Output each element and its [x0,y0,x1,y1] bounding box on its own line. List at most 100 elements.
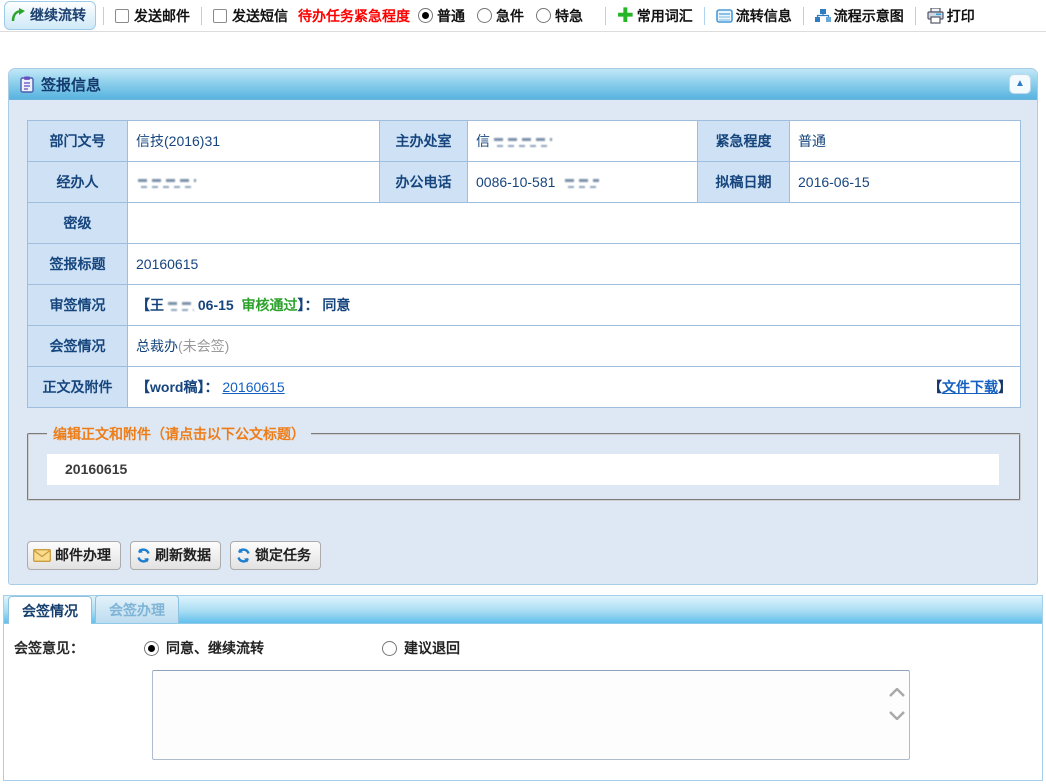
urgency-degree-value: 普通 [790,121,1021,162]
continue-flow-icon [11,8,26,23]
attachment-value: 【文件下载】 【word稿】： 20160615 [128,367,1021,408]
countersign-status-label: 会签情况 [28,326,128,367]
tab-countersign-status[interactable]: 会签情况 [8,596,92,624]
urgency-urgent-label: 急件 [496,6,524,26]
continue-flow-button[interactable]: 继续流转 [4,1,96,30]
secrecy-label: 密级 [28,203,128,244]
edit-attachment-fieldset: 编辑正文和附件（请点击以下公文标题） 20160615 [27,424,1021,501]
opinion-radio-agree[interactable]: 同意、继续流转 [144,638,264,658]
redacted-text [494,136,552,149]
file-download-wrap: 【文件下载】 [928,377,1012,397]
toolbar-separator [103,7,104,25]
urgency-radio-urgent[interactable]: 急件 [477,6,524,26]
draft-date-label: 拟稿日期 [698,162,790,203]
urgency-degree-label: 紧急程度 [698,121,790,162]
urgency-radio-extra-urgent[interactable]: 特急 [536,6,583,26]
flow-diagram-button[interactable]: 流程示意图 [815,6,904,26]
scroll-up-icon[interactable] [889,688,905,697]
textarea-scroll-arrows [889,688,905,720]
flow-info-button[interactable]: 流转信息 [716,6,792,26]
table-row: 审签情况 【王 06-15 审核通过】： 同意 [28,285,1021,326]
print-button[interactable]: 打印 [927,6,975,26]
lock-task-button[interactable]: 锁定任务 [230,541,321,570]
countersign-status-value: 总裁办(未会签) [128,326,1021,367]
toolbar-separator [704,7,705,25]
printer-icon [927,8,944,24]
send-sms-checkbox[interactable]: 发送短信 [213,6,288,26]
checkbox-icon [213,9,227,23]
plus-icon: ✚ [617,9,634,23]
refresh-data-button[interactable]: 刷新数据 [130,541,221,570]
table-row: 密级 [28,203,1021,244]
document-icon [19,76,35,93]
countersign-comment-textarea[interactable] [152,670,910,760]
file-download-link[interactable]: 文件下载 [942,379,998,395]
collapse-panel-button[interactable]: ▲ [1009,74,1031,94]
radio-icon [477,8,492,23]
attachment-doc-link[interactable]: 20160615 [222,379,284,395]
edit-attachment-legend: 编辑正文和附件（请点击以下公文标题） [47,424,311,444]
countersign-panel: 会签情况 会签办理 会签意见： 同意、继续流转 建议退回 [3,595,1043,781]
flow-diagram-label: 流程示意图 [834,6,904,26]
toolbar-separator [915,7,916,25]
table-row: 正文及附件 【文件下载】 【word稿】： 20160615 [28,367,1021,408]
office-phone-label: 办公电话 [380,162,468,203]
handler-label: 经办人 [28,162,128,203]
report-info-panel: 签报信息 ▲ 部门文号 信技(2016)31 主办处室 信 紧急程度 普通 经办… [8,68,1038,585]
secrecy-value [128,203,1021,244]
send-sms-label: 发送短信 [232,6,288,26]
panel-body: 部门文号 信技(2016)31 主办处室 信 紧急程度 普通 经办人 办公电话 … [9,100,1037,570]
comment-area-wrap [152,670,910,760]
envelope-icon [33,549,51,562]
urgency-radio-normal[interactable]: 普通 [418,6,465,26]
common-words-label: 常用词汇 [637,6,693,26]
refresh-icon [136,548,151,563]
radio-selected-icon [144,641,159,656]
table-row: 会签情况 总裁办(未会签) [28,326,1021,367]
scroll-down-icon[interactable] [889,711,905,720]
refresh-icon [236,548,251,563]
flow-info-icon [716,9,733,23]
mail-handle-label: 邮件办理 [55,545,111,565]
redacted-text [565,177,599,190]
opinion-return-label: 建议退回 [404,638,460,658]
urgency-extra-urgent-label: 特急 [555,6,583,26]
refresh-data-label: 刷新数据 [155,545,211,565]
common-words-button[interactable]: ✚ 常用词汇 [617,6,693,26]
review-status-value: 【王 06-15 审核通过】： 同意 [128,285,1021,326]
flow-info-label: 流转信息 [736,6,792,26]
handler-value [128,162,380,203]
host-office-label: 主办处室 [380,121,468,162]
radio-icon [536,8,551,23]
toolbar-separator [605,7,606,25]
office-phone-value: 0086-10-581 [468,162,698,203]
mail-handle-button[interactable]: 邮件办理 [27,541,121,570]
dept-doc-no-label: 部门文号 [28,121,128,162]
opinion-radio-return[interactable]: 建议退回 [382,638,460,658]
panel-button-row: 邮件办理 刷新数据 锁定任务 [27,541,1023,570]
send-email-checkbox[interactable]: 发送邮件 [115,6,190,26]
radio-icon [382,641,397,656]
edit-doc-title-item[interactable]: 20160615 [47,454,999,485]
host-office-value: 信 [468,121,698,162]
urgency-level-label: 待办任务紧急程度 [298,6,410,26]
draft-date-value: 2016-06-15 [790,162,1021,203]
print-label: 打印 [947,6,975,26]
table-row: 签报标题 20160615 [28,244,1021,285]
dept-doc-no-value: 信技(2016)31 [128,121,380,162]
countersign-opinion-label: 会签意见： [14,638,144,658]
opinion-agree-label: 同意、继续流转 [166,638,264,658]
tab-countersign-handle[interactable]: 会签办理 [95,595,179,623]
lock-task-label: 锁定任务 [255,545,311,565]
report-title-value: 20160615 [128,244,1021,285]
review-status-label: 审签情况 [28,285,128,326]
top-toolbar: 继续流转 发送邮件 发送短信 待办任务紧急程度 普通 急件 特急 ✚ 常用词汇 … [0,0,1046,32]
review-approved-text: 审核通过 [241,297,297,313]
table-row: 部门文号 信技(2016)31 主办处室 信 紧急程度 普通 [28,121,1021,162]
attachment-label: 正文及附件 [28,367,128,408]
panel-header: 签报信息 ▲ [9,69,1037,100]
report-title-label: 签报标题 [28,244,128,285]
word-draft-label: 【word稿】： [136,379,218,395]
toolbar-separator [201,7,202,25]
checkbox-icon [115,9,129,23]
